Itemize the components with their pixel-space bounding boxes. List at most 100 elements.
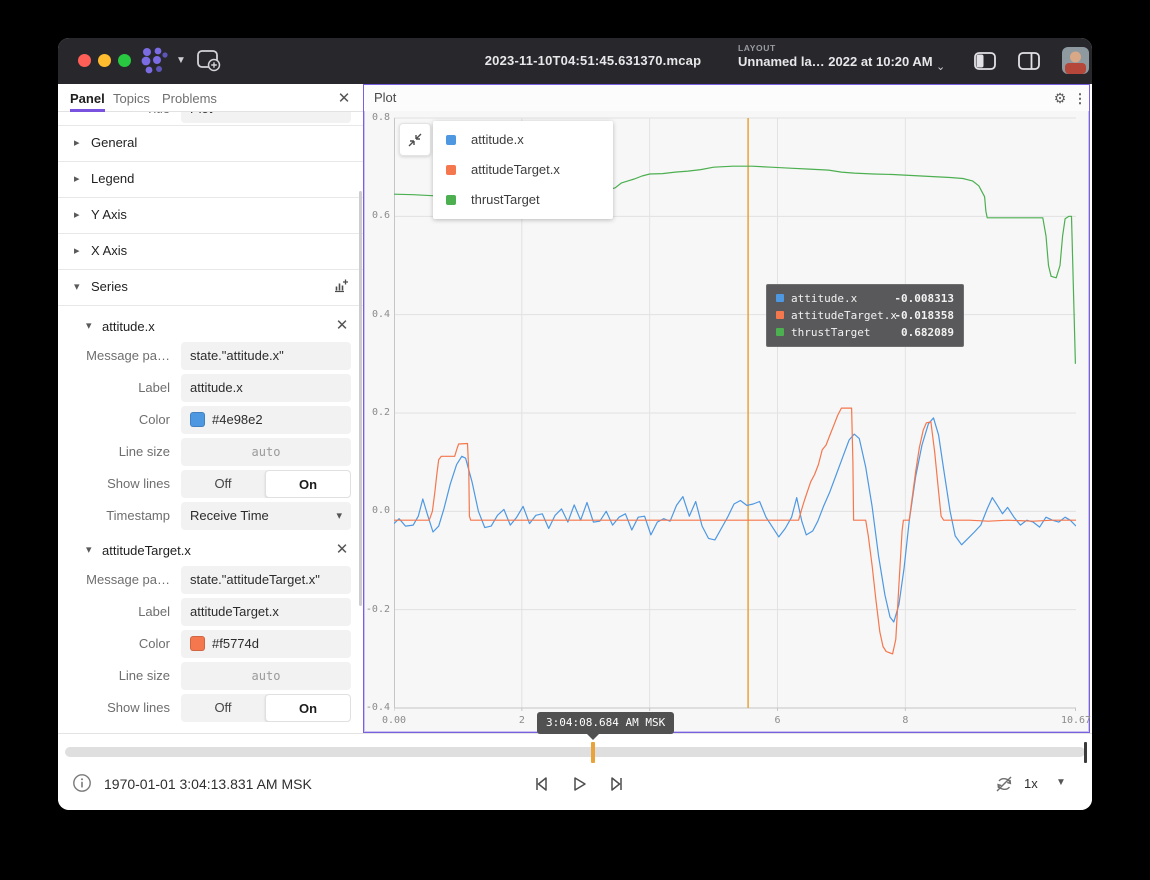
section-label: Legend (91, 171, 134, 186)
tooltip-swatch (776, 294, 784, 302)
minimize-window-button[interactable] (98, 54, 111, 67)
caret-down-icon: ▾ (74, 280, 80, 293)
section-label: Series (91, 279, 128, 294)
plot-panel-header[interactable]: Plot ⚙ ⋮ (364, 85, 1089, 111)
setting-row-timestamp: TimestampReceive Time▾ (58, 502, 363, 530)
right-sidebar-toggle-button[interactable] (1015, 47, 1043, 75)
loop-disabled-icon[interactable] (991, 771, 1017, 797)
speed-chevron-icon[interactable]: ▼ (1056, 777, 1066, 788)
plot-panel[interactable]: Plot ⚙ ⋮ 0.80.60.40.20.0-0.2-0.4 0.00246… (363, 84, 1090, 733)
series-editor-attitudeTarget-x: ▾attitudeTarget.x✕Message pa… state."atti… (58, 536, 363, 722)
titlebar: ▼ 2023-11-10T04:51:45.631370.mcap LAYOUT… (58, 38, 1092, 84)
tab-panel[interactable]: Panel (70, 88, 105, 112)
toggle-option-off[interactable]: Off (181, 470, 265, 498)
playhead-marker[interactable] (591, 742, 595, 763)
playback-speed[interactable]: 1x (1024, 776, 1038, 791)
tab-topics[interactable]: Topics (113, 88, 150, 109)
hover-values-tooltip: attitude.x-0.008313attitudeTarget.x-0.01… (766, 284, 964, 347)
color-input[interactable]: #f5774d (181, 630, 351, 658)
color-input[interactable]: #4e98e2 (181, 406, 351, 434)
series-editor-header[interactable]: ▾ attitude.x ✕ (58, 312, 363, 342)
add-series-button[interactable] (333, 278, 349, 299)
show-lines-toggle[interactable]: OffOn (181, 470, 351, 498)
plot-legend[interactable]: attitude.xattitudeTarget.xthrustTarget (433, 121, 613, 219)
play-button[interactable] (566, 771, 592, 797)
y-tick-label: 0.0 (364, 505, 390, 516)
x-tick-label: 10.67 (1054, 715, 1092, 726)
color-swatch (190, 412, 205, 427)
tooltip-value: -0.008313 (894, 290, 954, 307)
setting-label: Message pa… (58, 342, 170, 370)
text-input[interactable]: attitudeTarget.x (181, 598, 351, 626)
setting-label: Message pa… (58, 566, 170, 594)
seek-bar[interactable] (65, 747, 1085, 757)
text-input[interactable]: state."attitude.x" (181, 342, 351, 370)
layout-label: LAYOUT (738, 43, 933, 53)
section-y-axis[interactable]: ▸ Y Axis (58, 198, 363, 234)
left-sidebar-toggle-button[interactable] (971, 47, 999, 75)
timestamp-select[interactable]: Receive Time▾ (181, 502, 351, 530)
section-label: Y Axis (91, 207, 127, 222)
setting-row-color: Color#4e98e2 (58, 406, 363, 434)
toggle-option-off[interactable]: Off (181, 694, 265, 722)
setting-row-show-lines: Show lines OffOn (58, 694, 363, 722)
foxglove-logo-icon[interactable] (138, 46, 172, 76)
toggle-option-on[interactable]: On (265, 694, 351, 722)
skip-backward-button[interactable] (528, 771, 554, 797)
skip-forward-button[interactable] (604, 771, 630, 797)
sidebar-close-icon[interactable]: ✕ (335, 89, 353, 107)
maximize-window-button[interactable] (118, 54, 131, 67)
legend-collapse-button[interactable] (399, 123, 431, 156)
remove-series-button[interactable]: ✕ (333, 540, 351, 558)
sidebar-scrollbar[interactable] (359, 191, 362, 606)
section-x-axis[interactable]: ▸X Axis (58, 234, 363, 270)
caret-right-icon: ▸ (74, 172, 80, 185)
text-input[interactable]: state."attitudeTarget.x" (181, 566, 351, 594)
gear-icon[interactable]: ⚙ (1050, 89, 1070, 109)
user-avatar[interactable] (1062, 47, 1089, 74)
layout-name: Unnamed la… 2022 at 10:20 AM (738, 54, 933, 69)
setting-label: Show lines (58, 694, 170, 722)
app-menu-chevron-icon[interactable]: ▼ (176, 55, 186, 66)
settings-sidebar: PanelTopicsProblems✕ Title Plot ▸General… (58, 84, 363, 733)
section-legend[interactable]: ▸ Legend (58, 162, 363, 198)
text-input[interactable]: auto (181, 662, 351, 690)
show-lines-toggle[interactable]: OffOn (181, 694, 351, 722)
layout-chevron-icon[interactable]: ⌄ (936, 60, 945, 73)
tab-problems[interactable]: Problems (162, 88, 217, 109)
info-icon[interactable] (72, 773, 98, 799)
setting-row-label: LabelattitudeTarget.x (58, 598, 363, 626)
y-tick-label: -0.2 (364, 604, 390, 615)
remove-series-button[interactable]: ✕ (333, 316, 351, 334)
setting-label: Line size (58, 662, 170, 690)
title-setting-input[interactable]: Plot (181, 112, 351, 123)
current-timestamp: 1970-01-01 3:04:13.831 AM MSK (104, 776, 312, 792)
section-label: General (91, 135, 137, 150)
section-series[interactable]: ▾ Series (58, 270, 363, 306)
toggle-option-on[interactable]: On (265, 470, 351, 498)
legend-item-attitude-x[interactable]: attitude.x (433, 125, 613, 155)
seek-hover-tooltip: 3:04:08.684 AM MSK (537, 712, 674, 734)
section-general[interactable]: ▸General (58, 126, 363, 162)
tooltip-swatch (776, 311, 784, 319)
kebab-menu-icon[interactable]: ⋮ (1073, 89, 1087, 109)
legend-swatch (446, 195, 456, 205)
text-input[interactable]: auto (181, 438, 351, 466)
tooltip-row: attitude.x-0.008313 (776, 290, 954, 307)
y-tick-label: 0.8 (364, 112, 390, 123)
caret-right-icon: ▸ (74, 208, 80, 221)
layout-menu[interactable]: LAYOUT Unnamed la… 2022 at 10:20 AM (738, 43, 933, 69)
y-tick-label: 0.4 (364, 309, 390, 320)
x-tick-label: 0.00 (372, 715, 416, 726)
legend-item-attitudeTarget-x[interactable]: attitudeTarget.x (433, 155, 613, 185)
caret-down-icon: ▾ (86, 319, 92, 332)
series-title: attitude.x (102, 319, 155, 334)
caret-right-icon: ▸ (74, 244, 80, 257)
setting-row-message-pa-: Message pa… state."attitudeTarget.x" (58, 566, 363, 594)
series-editor-header[interactable]: ▾attitudeTarget.x✕ (58, 536, 363, 566)
setting-row-line-size: Line size auto (58, 662, 363, 690)
add-panel-button[interactable] (196, 49, 222, 73)
close-window-button[interactable] (78, 54, 91, 67)
legend-item-thrustTarget[interactable]: thrustTarget (433, 185, 613, 215)
text-input[interactable]: attitude.x (181, 374, 351, 402)
